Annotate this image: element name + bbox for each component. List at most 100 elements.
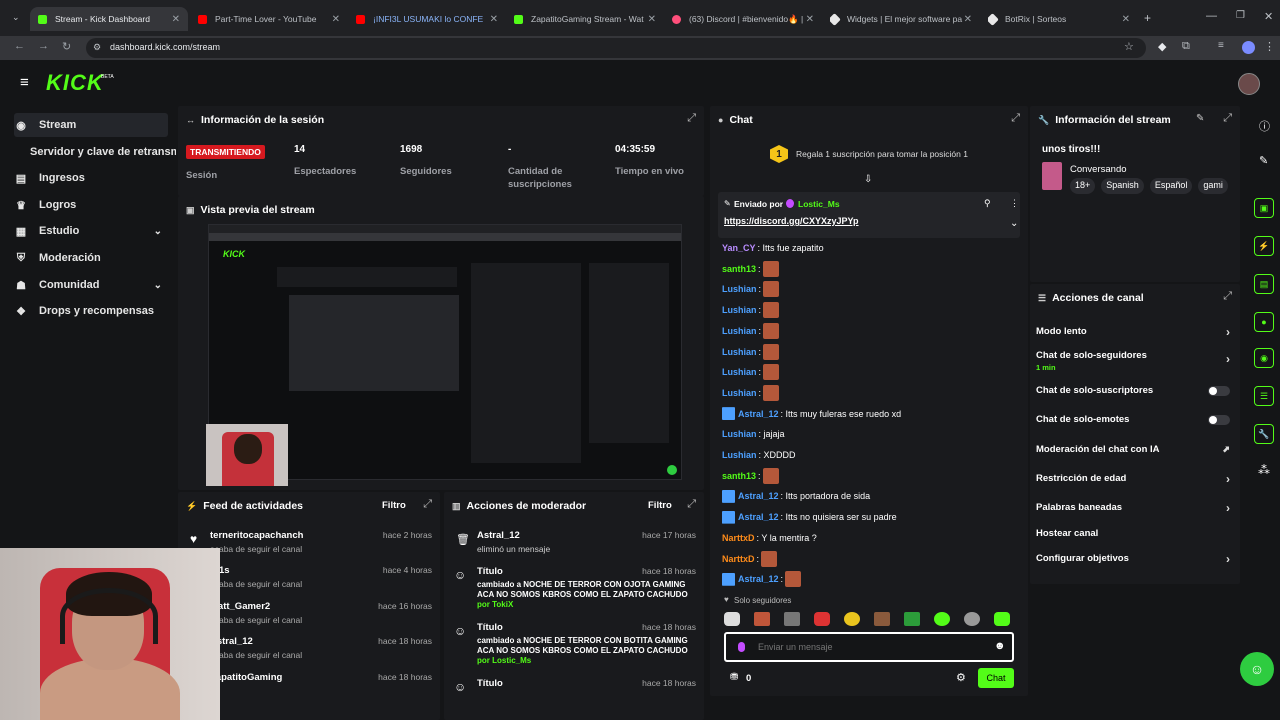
feed-filter-button[interactable]: Filtro	[382, 500, 406, 511]
tab-kick-dashboard[interactable]: Stream - Kick Dashboard ✕	[30, 7, 188, 31]
tab-close-icon[interactable]: ✕	[172, 14, 180, 25]
chat-username[interactable]: Lushian	[722, 429, 757, 439]
sidebar-item-ingresos[interactable]: ▤ Ingresos	[14, 166, 168, 190]
expand-icon[interactable]: ⤢	[1223, 112, 1232, 125]
tab-botrix[interactable]: BotRix | Sorteos ✕	[988, 7, 1130, 31]
feed-user[interactable]: terneritocapachanch	[210, 530, 303, 541]
tag-chip[interactable]: gami	[1198, 178, 1228, 194]
chat-username[interactable]: santh13	[722, 471, 756, 481]
pencil-icon[interactable]: ✎	[1259, 154, 1268, 167]
chat-username[interactable]: Lushian	[722, 305, 757, 315]
chat-username[interactable]: santh13	[722, 264, 756, 274]
tab-youtube-2[interactable]: ¡INFI3L USUMAKI lo CONFE ✕	[356, 7, 498, 31]
rail-broadcast-button[interactable]: ◉	[1254, 348, 1274, 368]
rail-layout-button[interactable]: ☰	[1254, 386, 1274, 406]
expand-icon[interactable]: ⤢	[1011, 112, 1020, 125]
restore-icon[interactable]: ❐	[1236, 10, 1245, 21]
pinned-message[interactable]: ✎ Enviado por Lostic_Ms ⚲ ⋮ https://disc…	[718, 192, 1020, 238]
chevron-down-icon[interactable]: ⌄	[1010, 218, 1018, 229]
pinned-link[interactable]: https://discord.gg/CXYXzyJPYp	[724, 216, 859, 226]
emotes-only-toggle[interactable]	[1208, 414, 1230, 425]
action-emotes-only[interactable]: Chat de solo-emotes	[1036, 414, 1230, 425]
action-subscribers-only[interactable]: Chat de solo-suscriptores	[1036, 385, 1230, 396]
tab-kick-watch[interactable]: ZapatitoGaming Stream - Wat ✕	[514, 7, 656, 31]
sidebar-item-server-key[interactable]: Servidor y clave de retransm	[30, 140, 176, 164]
emoji-icon[interactable]: ☻	[994, 640, 1006, 652]
action-ai-moderation[interactable]: Moderación del chat con IA ⬈	[1036, 444, 1230, 455]
sidebar-item-drops[interactable]: ❖ Drops y recompensas	[14, 299, 168, 323]
tab-discord[interactable]: (63) Discord | #bienvenido🔥 | ✕	[672, 7, 814, 31]
sidebar-item-moderacion[interactable]: ⛨ Moderación	[14, 246, 168, 270]
rail-chat-button[interactable]: ●	[1254, 312, 1274, 332]
back-icon[interactable]: ←	[14, 40, 25, 52]
site-info-icon[interactable]: ⚙	[93, 42, 101, 53]
reload-icon[interactable]: ↻	[62, 40, 71, 53]
pinned-menu-icon[interactable]: ⋮	[1010, 198, 1019, 209]
tab-youtube-1[interactable]: Part-Time Lover - YouTube ✕	[198, 7, 340, 31]
category-name[interactable]: Conversando	[1070, 164, 1127, 175]
mod-filter-button[interactable]: Filtro	[648, 500, 672, 511]
chat-settings-icon[interactable]: ⚙	[956, 671, 966, 684]
kick-logo[interactable]: KICK	[46, 70, 104, 96]
media-icon[interactable]: ≡	[1218, 40, 1224, 51]
emote-icon[interactable]	[904, 612, 920, 626]
tab-widgets[interactable]: Widgets | El mejor software pa ✕	[830, 7, 972, 31]
sidebar-item-stream[interactable]: ◉ Stream	[14, 113, 168, 137]
action-age-restriction[interactable]: Restricción de edad ›	[1036, 472, 1230, 486]
chat-username[interactable]: Lushian	[722, 450, 757, 460]
chat-message-input[interactable]	[758, 640, 978, 654]
tab-close-icon[interactable]: ✕	[490, 14, 498, 25]
minimize-icon[interactable]: —	[1206, 10, 1217, 22]
sidebar-item-estudio[interactable]: ▦ Estudio ⌄	[14, 219, 168, 243]
chat-username[interactable]: Lushian	[722, 326, 757, 336]
forward-icon[interactable]: →	[38, 40, 49, 52]
tab-search-icon[interactable]: ⌄	[12, 12, 20, 23]
subscribers-only-toggle[interactable]	[1208, 385, 1230, 396]
expand-icon[interactable]: ⤢	[687, 112, 696, 125]
action-host-channel[interactable]: Hostear canal	[1036, 528, 1230, 539]
chat-username[interactable]: Astral_12	[738, 512, 779, 522]
chat-username[interactable]: Lushian	[722, 388, 757, 398]
tag-chip[interactable]: 18+	[1070, 178, 1096, 194]
sidebar-item-comunidad[interactable]: ☗ Comunidad ⌄	[14, 273, 168, 297]
gift-sub-banner[interactable]: 1 Regala 1 suscripción para tomar la pos…	[770, 144, 1010, 164]
close-window-icon[interactable]: ✕	[1264, 10, 1273, 23]
rail-wrench-button[interactable]: 🔧	[1254, 424, 1274, 444]
tab-close-icon[interactable]: ✕	[1122, 14, 1130, 25]
chat-input-box[interactable]: ☻	[724, 632, 1014, 662]
emote-icon[interactable]	[994, 612, 1010, 626]
puzzle-icon[interactable]: ⧉	[1182, 40, 1190, 53]
new-tab-icon[interactable]: +	[1144, 11, 1151, 25]
user-avatar[interactable]	[1238, 73, 1260, 95]
extension-icon[interactable]: ◆	[1158, 40, 1166, 53]
info-circle-icon[interactable]: ⓘ	[1259, 118, 1270, 134]
chat-username[interactable]: Astral_12	[738, 409, 779, 419]
emote-icon[interactable]	[844, 612, 860, 626]
bookmark-star-icon[interactable]: ☆	[1124, 40, 1134, 53]
browser-menu-icon[interactable]: ⋮	[1264, 40, 1275, 53]
chat-username[interactable]: Yan_CY	[722, 243, 756, 253]
profile-icon[interactable]	[1242, 41, 1255, 54]
action-slow-mode[interactable]: Modo lento ›	[1036, 325, 1230, 339]
chat-username[interactable]: Astral_12	[738, 491, 779, 501]
emote-icon[interactable]	[874, 612, 890, 626]
chat-username[interactable]: NarttxD	[722, 554, 755, 564]
tag-chip[interactable]: Spanish	[1101, 178, 1144, 194]
emote-icon[interactable]	[784, 612, 800, 626]
tab-close-icon[interactable]: ✕	[648, 14, 656, 25]
action-configure-goals[interactable]: Configurar objetivos ›	[1036, 552, 1230, 566]
emote-icon[interactable]	[814, 612, 830, 626]
rail-notes-button[interactable]: ▤	[1254, 274, 1274, 294]
unpin-icon[interactable]: ⚲	[984, 198, 991, 209]
chat-username[interactable]: Lushian	[722, 367, 757, 377]
action-banned-words[interactable]: Palabras baneadas ›	[1036, 501, 1230, 515]
emote-icon[interactable]	[724, 612, 740, 626]
feed-user[interactable]: ZapatitoGaming	[210, 672, 282, 683]
chat-username[interactable]: Lushian	[722, 284, 757, 294]
expand-icon[interactable]: ⤢	[1223, 290, 1232, 303]
emote-icon[interactable]	[934, 612, 950, 626]
mod-item-by[interactable]: por Lostic_Ms	[477, 656, 531, 665]
url-bar[interactable]	[86, 38, 1146, 58]
chat-send-button[interactable]: Chat	[978, 668, 1014, 688]
rail-flash-button[interactable]: ⚡	[1254, 236, 1274, 256]
